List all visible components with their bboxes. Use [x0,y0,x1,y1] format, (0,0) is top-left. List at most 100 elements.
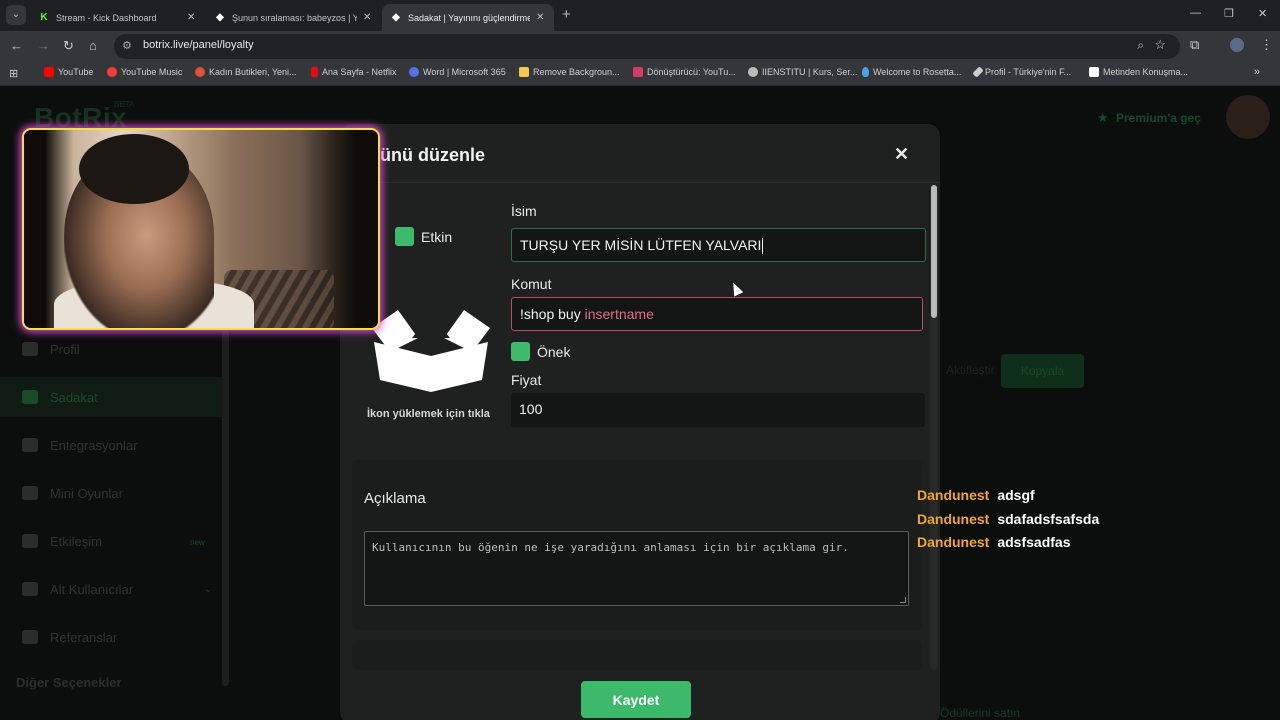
word-icon [409,67,419,77]
tts-icon [1089,67,1099,77]
trophy-icon [22,390,38,404]
name-input[interactable]: TURŞU YER MİSİN LÜTFEN YALVARI [511,228,926,262]
user-avatar[interactable] [1226,95,1270,139]
command-label: Komut [511,276,552,292]
chat-message: Dandunest sdafadsfsafsda [917,511,1100,527]
close-tab-icon[interactable]: ✕ [536,12,546,23]
reload-icon[interactable]: ↻ [63,38,74,54]
zoom-icon[interactable]: ⌕ [1137,38,1144,53]
modal-scrollbar-thumb[interactable] [931,185,937,318]
description-textarea[interactable]: Kullanıcının bu öğenin ne işe yaradığını… [364,531,909,606]
converter-icon [633,67,643,77]
new-tab-button[interactable]: + [562,6,571,23]
text-caret [762,238,764,255]
upload-hint: İkon yüklemek için tıkla [367,408,490,420]
globe-icon [748,67,758,77]
command-input[interactable]: !shop buy insertname [511,297,923,331]
site-info-icon[interactable]: ⚙ [122,39,132,52]
sidebar-item-entegrasyonlar[interactable]: Entegrasyonlar [0,425,228,465]
close-window-icon[interactable]: ✕ [1258,7,1267,20]
back-icon[interactable]: ← [10,38,23,53]
profile-avatar[interactable] [1230,38,1244,52]
modal-title: ünü düzenle [380,145,485,165]
sidebar-item-sadakat[interactable]: Sadakat [0,377,228,417]
bookmark-youtube[interactable]: YouTube [44,67,93,77]
apps-icon[interactable]: ⊞ [9,67,18,80]
bookmark-profil[interactable]: Profil - Türkiye'nin F... [972,66,1071,78]
chevron-down-icon: ⌄ [204,584,213,595]
name-label: İsim [511,203,537,219]
profile-icon [22,342,38,356]
premium-link[interactable]: Premium'a geç [1116,111,1201,125]
resize-handle-icon[interactable] [900,597,906,603]
tab-search-icon[interactable]: ⌄ [6,5,26,25]
browser-tab-strip: ⌄ K Stream - Kick Dashboard ✕ ◆ Şunun sı… [0,0,1280,31]
close-tab-icon[interactable]: ✕ [363,12,373,23]
bookmark-tts[interactable]: Metinden Konuşma... [1089,67,1188,77]
more-bookmarks-icon[interactable]: » [1254,66,1260,78]
price-label: Fiyat [511,372,542,388]
browser-tab-ranking[interactable]: ◆ Şunun sıralaması: babeyzos | Yay ✕ [206,4,381,31]
extensions-icon[interactable]: ⧉ [1190,37,1199,53]
sidebar: Profil Sadakat Entegrasyonlar Mini Oyunl… [0,316,228,720]
music-icon [22,534,38,548]
integrations-icon [22,438,38,452]
pen-icon [972,66,984,78]
new-badge: new [190,538,205,547]
upload-icon-button[interactable] [372,298,490,397]
browser-tab-kick[interactable]: K Stream - Kick Dashboard ✕ [30,4,205,31]
url-text[interactable]: botrix.live/panel/loyalty [143,39,254,51]
removebg-icon [519,67,529,77]
users-icon [22,582,38,596]
chat-message: Dandunest adsgf [917,487,1035,503]
store-icon [195,67,205,77]
kick-icon: K [40,12,48,23]
sidebar-item-profil[interactable]: Profil [0,329,228,369]
sidebar-item-mini-oyunlar[interactable]: Mini Oyunlar [0,473,228,513]
home-icon[interactable]: ⌂ [89,38,97,53]
bookmark-iienstitu[interactable]: IIENSTITU | Kurs, Ser... [748,67,857,77]
browser-tab-loyalty[interactable]: ◆ Sadakat | Yayınını güçlendirmek ✕ [382,4,554,31]
netflix-icon [311,67,318,77]
bookmark-word[interactable]: Word | Microsoft 365 [409,67,506,77]
address-bar[interactable]: ⚙ botrix.live/panel/loyalty ⌕ ☆ [114,34,1180,59]
beta-badge: BETA [114,100,135,109]
sidebar-scrollbar[interactable] [222,326,229,686]
bookmark-rosetta[interactable]: Welcome to Rosetta... [862,67,961,77]
rosetta-icon [862,67,869,77]
webcam-overlay [22,128,380,330]
box-icon [372,300,490,392]
enabled-checkbox[interactable] [395,227,414,246]
bookmark-remove-bg[interactable]: Remove Backgroun... [519,67,620,77]
gamepad-icon [22,486,38,500]
streamer-hair [79,134,189,204]
save-button[interactable]: Kaydet [581,681,691,718]
sidebar-section-title: Diğer Seçenekler [16,675,122,690]
sidebar-item-referanslar[interactable]: Referanslar [0,617,228,657]
botrix-icon: ◆ [392,12,400,23]
youtube-music-icon [107,67,117,77]
forward-icon[interactable]: → [37,38,50,53]
copy-button[interactable]: Kopyala [1001,354,1084,388]
enabled-label: Etkin [421,229,453,245]
bookmark-netflix[interactable]: Ana Sayfa - Netflix [311,67,397,77]
bookmark-kadin-butikleri[interactable]: Kadın Butikleri, Yeni... [195,67,297,77]
star-icon: ★ [1097,110,1109,125]
youtube-icon [44,67,54,77]
prefix-checkbox[interactable] [511,342,530,361]
referrals-icon [22,630,38,644]
minimize-icon[interactable]: — [1190,7,1201,19]
close-tab-icon[interactable]: ✕ [187,12,197,23]
price-input[interactable]: 100 [511,393,925,427]
prefix-label: Önek [537,344,571,360]
bookmark-star-icon[interactable]: ☆ [1154,37,1166,53]
sidebar-item-alt-kullanicilar[interactable]: Alt Kullanıcılar [0,569,228,609]
bookmark-youtube-music[interactable]: YouTube Music [107,67,182,77]
menu-icon[interactable]: ⋮ [1260,37,1273,53]
bookmark-converter[interactable]: Dönüştürücü: YouTu... [633,67,736,77]
bg-bottom-text: Ödüllerini satın [940,706,1021,720]
chat-message: Dandunest adsfsadfas [917,534,1071,550]
restore-icon[interactable]: ❐ [1224,7,1234,20]
browser-toolbar: ← → ↻ ⌂ ⚙ botrix.live/panel/loyalty ⌕ ☆ [0,31,1280,62]
close-icon[interactable]: ✕ [894,144,909,165]
